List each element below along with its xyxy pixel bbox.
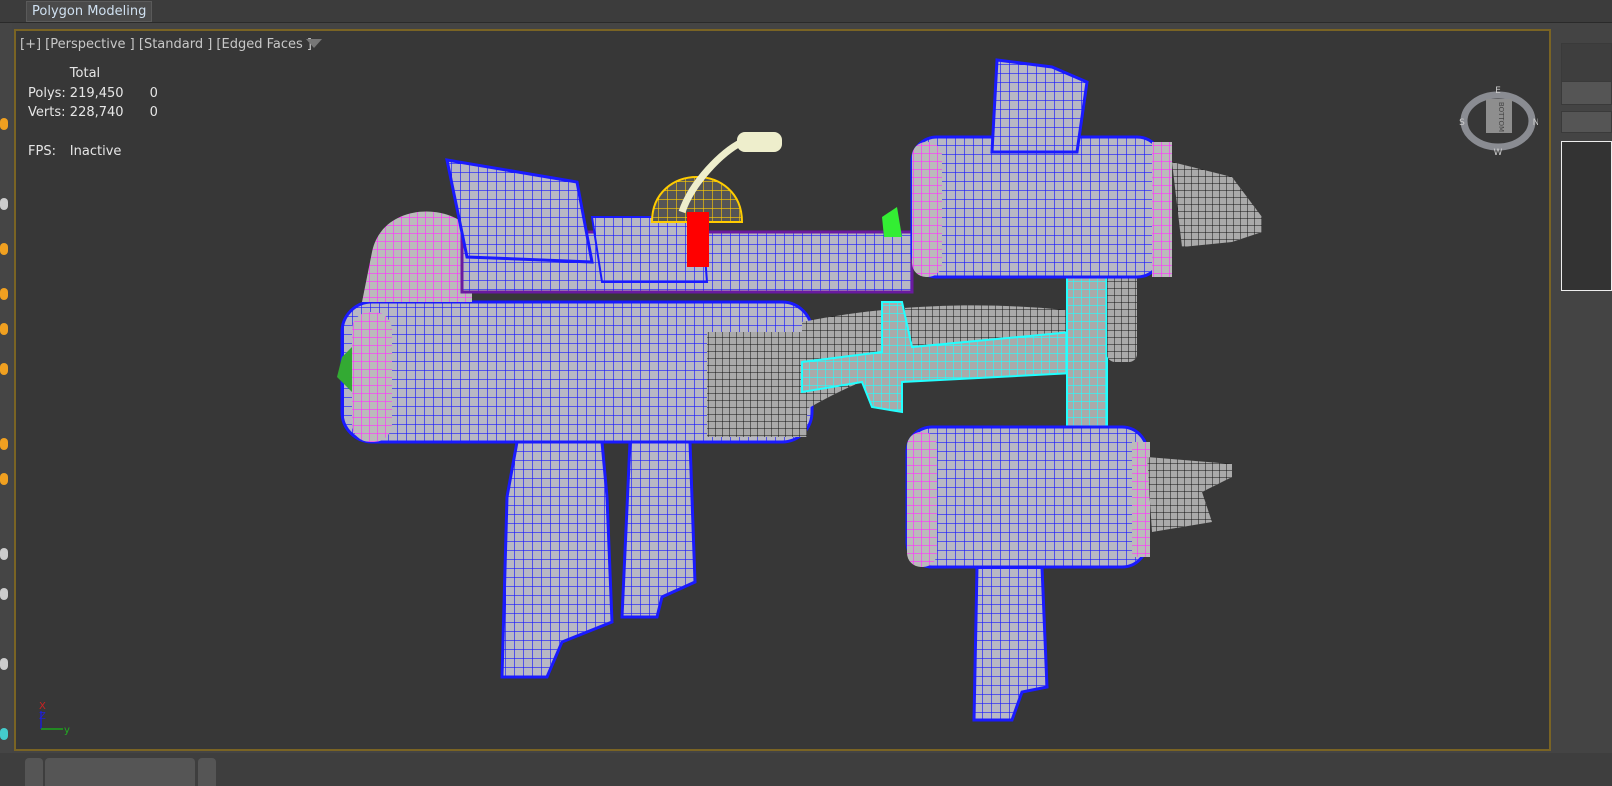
plane-icon[interactable] <box>0 728 8 740</box>
rear-grip <box>500 440 614 679</box>
teapot-icon[interactable] <box>0 548 8 560</box>
upper-pod-rear <box>1152 142 1172 277</box>
svg-text:N: N <box>1533 118 1538 128</box>
polys-label: Polys: <box>28 85 66 101</box>
lower-pod <box>905 425 1149 569</box>
gun-model <box>337 58 1262 722</box>
command-panel <box>1553 23 1612 753</box>
perspective-viewport[interactable]: [+] [Perspective ] [Standard ] [Edged Fa… <box>14 29 1551 751</box>
geometry-icon[interactable] <box>0 438 8 450</box>
stats-header: Total <box>69 66 101 81</box>
pod-grip <box>972 565 1049 722</box>
verts-total: 228,740 <box>69 105 124 120</box>
upper-pod <box>910 135 1164 279</box>
filter-icon[interactable] <box>306 39 322 48</box>
left-toolbar <box>0 23 12 753</box>
rear-fin <box>445 158 594 264</box>
antenna-tip <box>737 132 782 152</box>
svg-text:BOTTOM: BOTTOM <box>1497 102 1505 132</box>
viewport-label-menu[interactable]: [+] [Perspective ] [Standard ] [Edged Fa… <box>20 37 312 52</box>
box-icon[interactable] <box>0 363 8 375</box>
polys-selected: 0 <box>149 85 158 101</box>
rear-dome <box>362 211 472 302</box>
tab-polygon-modeling[interactable]: Polygon Modeling <box>26 1 153 22</box>
barrel-coupling <box>707 332 807 437</box>
time-slider[interactable] <box>45 758 195 786</box>
lower-nozzles <box>1147 457 1232 532</box>
svg-text:y: y <box>64 725 70 736</box>
statistics-overlay: Total Polys: 219,450 0 Verts: 228,740 0 FPS:… <box>28 64 162 162</box>
cone-icon[interactable] <box>0 588 8 600</box>
top-fin <box>990 58 1089 154</box>
bottom-button[interactable] <box>198 758 216 786</box>
upper-nozzles <box>1172 162 1262 247</box>
bottom-bar <box>0 753 1612 786</box>
fps-label: FPS: <box>28 144 56 159</box>
red-part <box>687 212 709 267</box>
viewcube[interactable]: BOTTOM E N S W <box>1458 83 1538 155</box>
sphere-icon[interactable] <box>0 323 8 335</box>
panel-field[interactable] <box>1561 81 1612 105</box>
svg-text:W: W <box>1494 148 1503 155</box>
particle-icon[interactable] <box>0 473 8 485</box>
panel-list[interactable] <box>1561 141 1612 291</box>
camera-icon[interactable] <box>0 198 8 210</box>
helper-icon[interactable] <box>0 243 8 255</box>
model-wireframe[interactable] <box>16 31 1553 753</box>
dot-icon[interactable] <box>0 658 8 670</box>
svg-text:Z: Z <box>39 711 46 722</box>
polys-total: 219,450 <box>69 85 124 101</box>
panel-tab[interactable] <box>1561 111 1612 133</box>
svg-text:E: E <box>1495 86 1501 96</box>
front-grip <box>620 440 697 619</box>
upper-pod-cap <box>912 142 942 277</box>
side-box <box>1107 272 1137 362</box>
bottom-button[interactable] <box>25 758 43 786</box>
lower-pod-cap <box>907 432 937 567</box>
barrel-cap <box>352 312 392 442</box>
svg-text:S: S <box>1459 118 1465 128</box>
light-icon[interactable] <box>0 118 8 130</box>
cyan-strut <box>1066 271 1108 448</box>
axis-tripod: X Z y <box>39 701 70 736</box>
verts-label: Verts: <box>28 105 66 120</box>
verts-selected: 0 <box>149 105 158 120</box>
shape-icon[interactable] <box>0 288 8 300</box>
top-toolbar: Polygon Modeling <box>0 0 1612 23</box>
green-tab <box>882 207 902 237</box>
fps-value: Inactive <box>69 144 122 159</box>
